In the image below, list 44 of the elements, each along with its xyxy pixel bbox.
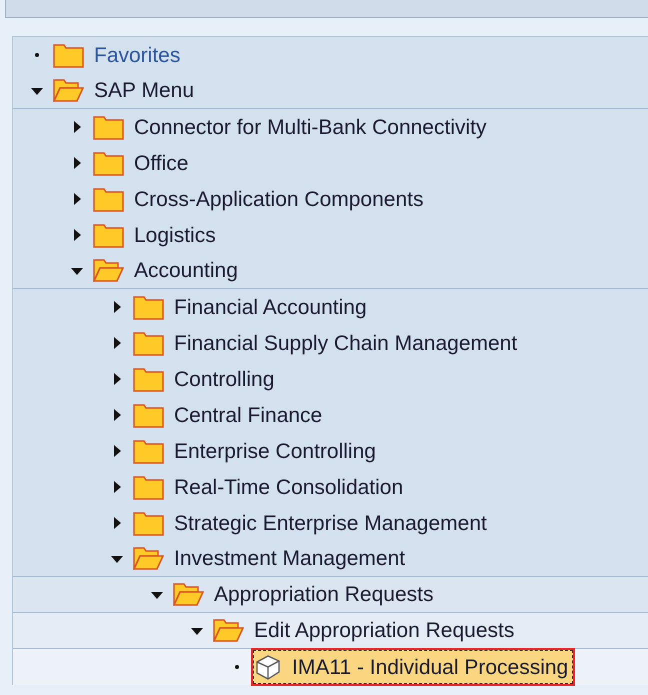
folder-icon bbox=[53, 42, 84, 68]
open-folder-icon bbox=[53, 78, 84, 103]
expand-arrow-icon[interactable] bbox=[111, 337, 123, 349]
tree-node-label[interactable]: Financial Accounting bbox=[174, 296, 367, 318]
tree-node-label[interactable]: Enterprise Controlling bbox=[174, 440, 376, 462]
tree-node-label[interactable]: Accounting bbox=[134, 260, 238, 281]
folder-icon bbox=[93, 150, 124, 176]
expand-arrow-icon[interactable] bbox=[71, 229, 83, 241]
expand-arrow-icon[interactable] bbox=[111, 481, 123, 493]
open-folder-icon bbox=[133, 546, 164, 571]
tree-node-label[interactable]: Edit Appropriation Requests bbox=[254, 620, 514, 641]
folder-icon bbox=[133, 474, 164, 500]
favorites-label[interactable]: Favorites bbox=[94, 44, 180, 66]
tree-node[interactable]: Favorites bbox=[53, 38, 184, 72]
tree-node[interactable]: Office bbox=[93, 146, 192, 180]
open-folder-icon bbox=[173, 582, 204, 607]
folder-icon bbox=[133, 330, 164, 356]
tree-node[interactable]: Edit Appropriation Requests bbox=[213, 614, 518, 648]
tree-node-label[interactable]: Office bbox=[134, 152, 188, 174]
expand-arrow-icon[interactable] bbox=[111, 517, 123, 529]
folder-icon bbox=[133, 366, 164, 392]
expand-arrow-icon[interactable] bbox=[71, 157, 83, 169]
expand-arrow-icon[interactable] bbox=[111, 301, 123, 313]
expand-arrow-icon[interactable] bbox=[71, 193, 83, 205]
expand-arrow-icon[interactable] bbox=[111, 409, 123, 421]
cube-icon bbox=[254, 653, 282, 681]
tree-node[interactable]: Logistics bbox=[93, 218, 220, 252]
expand-arrow-icon[interactable] bbox=[111, 445, 123, 457]
tree-node-label[interactable]: Logistics bbox=[134, 224, 216, 246]
open-folder-icon bbox=[213, 618, 244, 643]
folder-icon bbox=[133, 294, 164, 320]
tree-node-label[interactable]: Central Finance bbox=[174, 404, 322, 426]
open-folder-icon bbox=[93, 258, 124, 283]
expand-arrow-icon[interactable] bbox=[71, 121, 83, 133]
expand-arrow-icon[interactable] bbox=[111, 373, 123, 385]
tree-node-label[interactable]: Controlling bbox=[174, 368, 274, 390]
selected-tree-node[interactable]: IMA11 - Individual Processing bbox=[253, 650, 574, 684]
folder-icon bbox=[93, 222, 124, 248]
folder-icon bbox=[93, 186, 124, 212]
folder-icon bbox=[133, 438, 164, 464]
folder-icon bbox=[93, 114, 124, 140]
folder-icon bbox=[133, 510, 164, 536]
tree-node-label[interactable]: SAP Menu bbox=[94, 80, 194, 101]
folder-icon bbox=[133, 402, 164, 428]
